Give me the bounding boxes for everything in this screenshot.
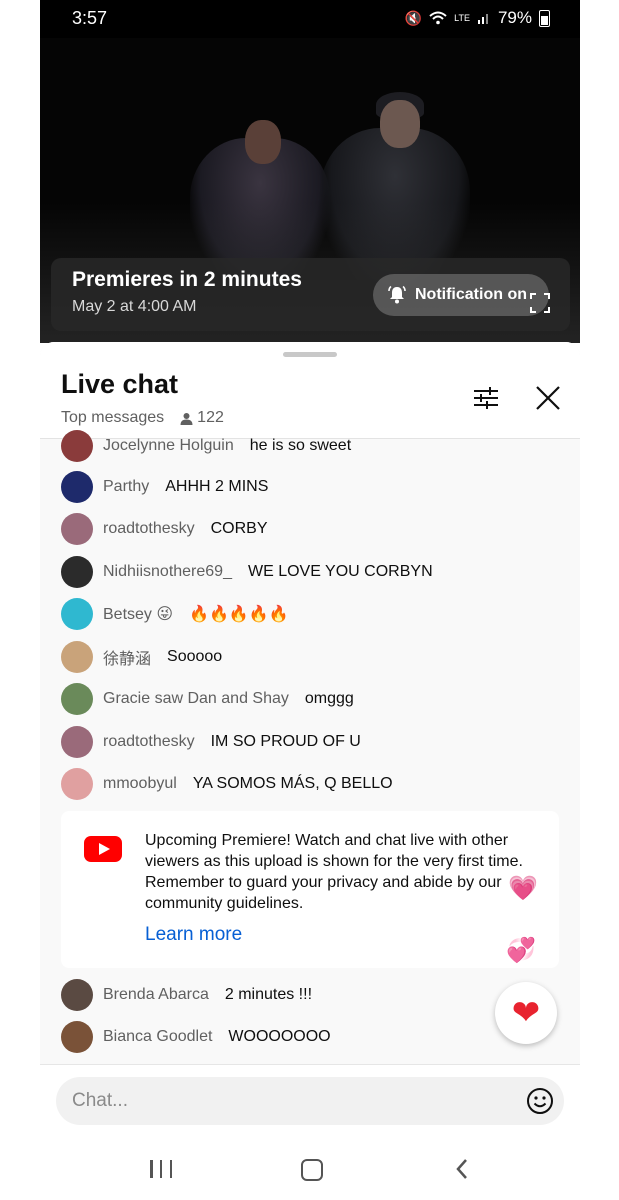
message-author: 徐静涵: [103, 651, 152, 668]
signal-icon: [477, 14, 488, 24]
message-author: Jocelynne Holguin: [103, 437, 234, 454]
close-icon[interactable]: [534, 384, 562, 412]
video-head-left: [245, 120, 281, 164]
status-time: 3:57: [72, 8, 108, 28]
message-author: Parthy: [103, 478, 150, 495]
chat-message[interactable]: Betsey 😜 🔥🔥🔥🔥🔥: [61, 598, 289, 630]
chat-mode-selector[interactable]: Top messages 122: [61, 409, 224, 427]
notification-button[interactable]: Notification on: [373, 274, 549, 316]
message-text: Sooooo: [167, 648, 223, 665]
mute-icon: 🔇: [404, 9, 423, 26]
message-text: omggg: [304, 690, 354, 707]
message-text: WOOOOOOO: [228, 1028, 331, 1045]
avatar: [61, 430, 93, 462]
viewer-count: 122: [180, 409, 224, 427]
live-chat-panel: Live chat Top messages 122 Jocelynne Hol…: [40, 342, 580, 1064]
message-text: AHHH 2 MINS: [165, 478, 269, 495]
battery-percent: 79%: [497, 8, 532, 27]
message-author: Nidhiisnothere69_: [103, 563, 232, 580]
avatar: [61, 513, 93, 545]
learn-more-link[interactable]: Learn more: [145, 924, 242, 946]
premiere-overlay: Premieres in 2 minutes May 2 at 4:00 AM …: [51, 258, 570, 331]
chat-mode-label: Top messages: [61, 409, 165, 426]
fullscreen-icon[interactable]: [529, 292, 551, 314]
chat-message[interactable]: 徐静涵 Sooooo: [61, 641, 222, 673]
back-icon[interactable]: [455, 1158, 469, 1180]
status-bar: 3:57 🔇 LTE 79%: [40, 0, 580, 38]
heart-icon: ❤: [511, 994, 541, 1032]
emoji-icon[interactable]: [526, 1087, 554, 1115]
message-text: WE LOVE YOU CORBYN: [247, 563, 433, 580]
bell-icon: [388, 285, 406, 304]
message-author: Bianca Goodlet: [103, 1028, 213, 1045]
video-player[interactable]: Premieres in 2 minutes May 2 at 4:00 AM …: [40, 38, 580, 343]
message-author: Brenda Abarca: [103, 986, 209, 1003]
chat-message[interactable]: Jocelynne Holguin he is so sweet: [61, 430, 351, 462]
floating-hearts-icon: 💞: [506, 937, 536, 964]
avatar: [61, 768, 93, 800]
message-author: mmoobyul: [103, 775, 177, 792]
message-text: YA SOMOS MÁS, Q BELLO: [192, 775, 393, 792]
avatar: [61, 556, 93, 588]
video-head-right: [380, 100, 420, 148]
chat-input[interactable]: [56, 1077, 564, 1125]
chat-title: Live chat: [61, 369, 179, 399]
message-author: Gracie saw Dan and Shay: [103, 690, 289, 707]
avatar: [61, 726, 93, 758]
person-icon: [180, 412, 193, 425]
recent-apps-icon[interactable]: [150, 1160, 172, 1178]
avatar: [61, 598, 93, 630]
battery-icon: [539, 9, 550, 27]
message-author: roadtothesky: [103, 733, 195, 750]
message-text: he is so sweet: [249, 437, 352, 454]
chat-message[interactable]: Nidhiisnothere69_ WE LOVE YOU CORBYN: [61, 556, 433, 588]
chat-message[interactable]: roadtothesky CORBY: [61, 513, 268, 545]
chat-header: Live chat Top messages 122: [40, 342, 580, 439]
message-text: 2 minutes !!!: [224, 986, 313, 1003]
avatar: [61, 1021, 93, 1053]
premiere-date: May 2 at 4:00 AM: [72, 298, 197, 315]
lte-icon: LTE: [454, 12, 470, 23]
avatar: [61, 471, 93, 503]
message-text: IM SO PROUD OF U: [210, 733, 361, 750]
wifi-icon: [429, 11, 447, 25]
chat-message[interactable]: Brenda Abarca 2 minutes !!!: [61, 979, 312, 1011]
filter-settings-icon[interactable]: [472, 384, 500, 412]
floating-heart-icon: 💗: [508, 875, 538, 902]
viewer-count-value: 122: [197, 409, 224, 426]
avatar: [61, 979, 93, 1011]
chat-input-bar: [40, 1064, 580, 1141]
premiere-title: Premieres in 2 minutes: [72, 268, 302, 291]
premiere-notice-card: Upcoming Premiere! Watch and chat live w…: [61, 811, 559, 968]
chat-message[interactable]: roadtothesky IM SO PROUD OF U: [61, 726, 361, 758]
home-icon[interactable]: [301, 1159, 323, 1181]
system-nav-bar: [40, 1140, 580, 1200]
message-author: roadtothesky: [103, 520, 195, 537]
message-author: Betsey 😜: [103, 606, 174, 623]
chat-message[interactable]: mmoobyul YA SOMOS MÁS, Q BELLO: [61, 768, 393, 800]
youtube-logo-icon: [84, 836, 122, 862]
chat-message[interactable]: Gracie saw Dan and Shay omggg: [61, 683, 354, 715]
chat-message[interactable]: Bianca Goodlet WOOOOOOO: [61, 1021, 331, 1053]
heart-reaction-button[interactable]: ❤: [495, 982, 557, 1044]
message-text: 🔥🔥🔥🔥🔥: [189, 606, 289, 623]
notification-label: Notification on: [415, 286, 527, 303]
premiere-notice-text: Upcoming Premiere! Watch and chat live w…: [145, 832, 523, 912]
message-text: CORBY: [210, 520, 268, 537]
avatar: [61, 683, 93, 715]
drag-handle[interactable]: [283, 352, 337, 357]
avatar: [61, 641, 93, 673]
status-icons: 🔇 LTE 79%: [405, 8, 550, 28]
chat-message[interactable]: Parthy AHHH 2 MINS: [61, 471, 268, 503]
